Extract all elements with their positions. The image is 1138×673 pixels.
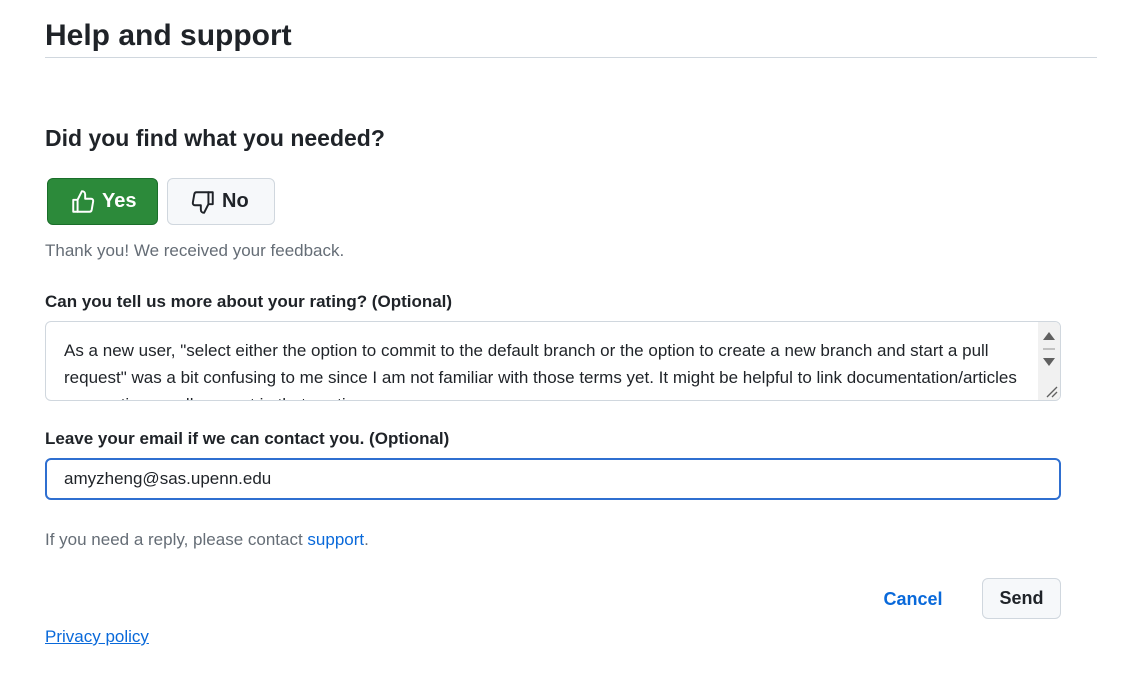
reply-prefix: If you need a reply, please contact	[45, 530, 308, 549]
scroll-down-arrow-icon[interactable]	[1043, 358, 1055, 366]
reply-note: If you need a reply, please contact supp…	[45, 529, 369, 551]
no-label: No	[222, 190, 249, 212]
resize-grip-icon[interactable]	[1044, 384, 1058, 398]
rating-textarea[interactable]: As a new user, "select either the option…	[45, 321, 1061, 401]
email-label: Leave your email if we can contact you. …	[45, 429, 450, 448]
no-button[interactable]: No	[167, 178, 275, 225]
reply-suffix: .	[364, 530, 369, 549]
yes-button[interactable]: Yes	[47, 178, 158, 225]
yes-label: Yes	[102, 190, 137, 212]
support-link[interactable]: support	[307, 530, 364, 549]
textarea-scrollbar[interactable]	[1038, 322, 1060, 400]
title-divider	[45, 57, 1097, 58]
cancel-button[interactable]: Cancel	[873, 582, 953, 616]
page-title: Help and support	[45, 19, 292, 52]
thanks-message: Thank you! We received your feedback.	[45, 241, 345, 260]
privacy-policy-link[interactable]: Privacy policy	[45, 626, 149, 648]
thumbs-up-icon	[72, 189, 95, 213]
rating-text: As a new user, "select either the option…	[64, 341, 1017, 400]
scroll-up-arrow-icon[interactable]	[1043, 332, 1055, 340]
email-field[interactable]	[45, 458, 1061, 500]
vote-buttons: Yes No	[47, 178, 275, 225]
feedback-question: Did you find what you needed?	[45, 125, 385, 151]
help-support-page: Help and support Did you find what you n…	[0, 0, 1138, 673]
scroll-thumb[interactable]	[1043, 348, 1055, 350]
rating-label: Can you tell us more about your rating? …	[45, 292, 453, 311]
thumbs-down-icon	[191, 190, 214, 214]
send-button[interactable]: Send	[982, 578, 1061, 619]
